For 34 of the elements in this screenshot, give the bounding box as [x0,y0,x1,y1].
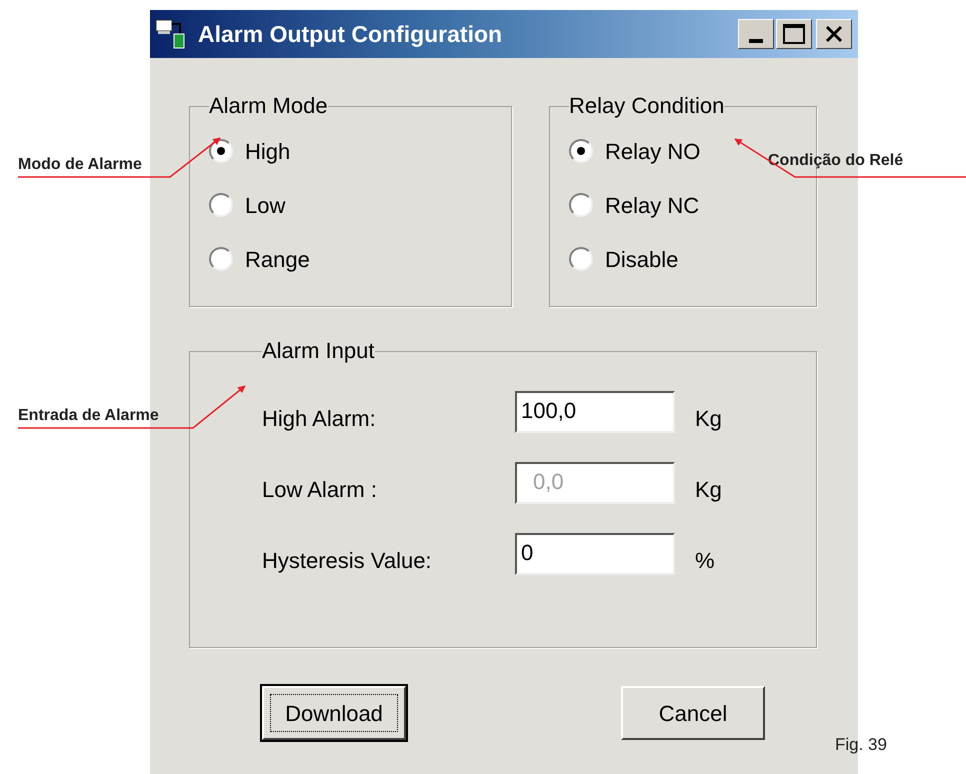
group-title: Alarm Input [262,338,374,364]
field-label: High Alarm: [262,405,377,433]
close-button[interactable] [816,19,852,49]
unit-label: % [695,547,716,575]
figure-caption: Fig. 39 [835,734,887,756]
radio-button[interactable] [209,247,233,271]
radio-button[interactable] [569,247,593,271]
minimize-button[interactable] [738,19,774,49]
group-title: Alarm Mode [209,93,328,119]
radio-button[interactable] [569,193,593,217]
input-field[interactable]: 100,0 [515,390,675,432]
radio-label[interactable]: Relay NC [605,188,700,222]
radio-label[interactable]: Disable [605,242,678,276]
dialog-button[interactable]: Cancel [621,686,765,740]
radio-button[interactable] [209,139,233,163]
maximize-button[interactable] [776,19,812,49]
annotation-label: Condição do Relé [768,151,904,171]
close-icon [825,25,843,43]
radio-label[interactable]: Low [245,188,286,222]
radio-button[interactable] [569,139,593,163]
annotation-label: Modo de Alarme [18,155,142,175]
dialog-button[interactable]: Download [262,686,406,740]
annotation-label: Entrada de Alarme [18,406,159,426]
unit-label: Kg [695,405,723,433]
window-title: Alarm Output Configuration [198,20,502,49]
radio-label[interactable]: Range [245,242,310,276]
radio-label[interactable]: Relay NO [605,134,700,168]
radio-button[interactable] [209,193,233,217]
input-field[interactable]: 0 [515,532,675,574]
unit-label: Kg [695,476,723,504]
field-label: Low Alarm : [262,476,378,504]
group-title: Relay Condition [569,93,724,119]
field-label: Hysteresis Value: [262,547,433,575]
radio-label[interactable]: High [245,134,290,168]
